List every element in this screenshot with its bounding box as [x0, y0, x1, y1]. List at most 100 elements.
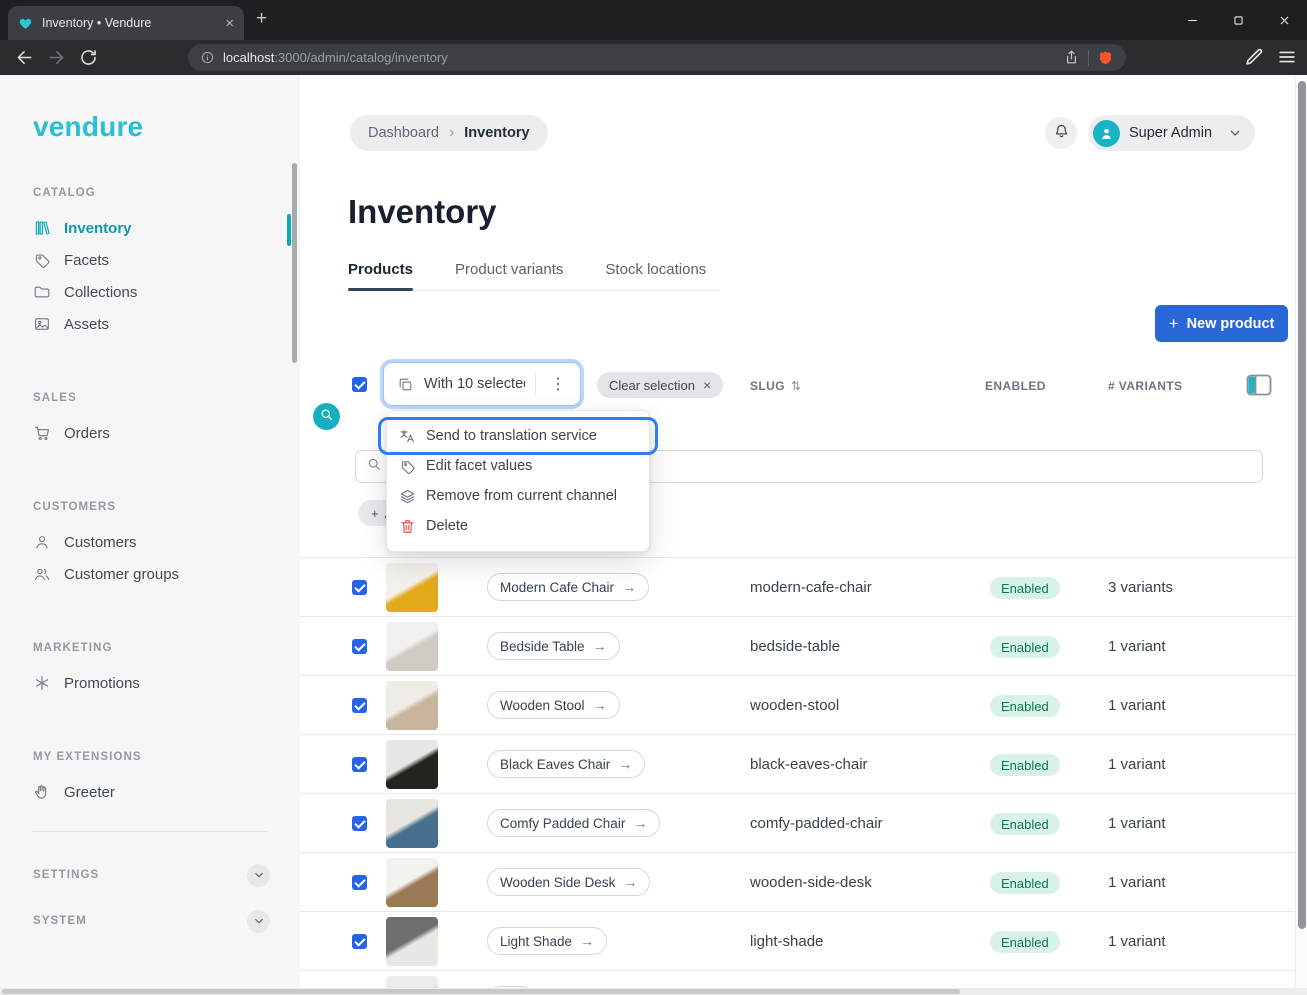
horizontal-scrollbar-thumb[interactable] [2, 989, 960, 994]
product-name-chip[interactable]: Bedside Table→ [487, 632, 620, 660]
row-checkbox[interactable] [352, 934, 367, 949]
menu-item-edit-facet-values[interactable]: Edit facet values [399, 451, 635, 481]
product-thumbnail[interactable] [386, 917, 438, 966]
sidebar-item-label: Promotions [64, 675, 140, 692]
status-badge: Enabled [990, 695, 1060, 717]
search-toggle-button[interactable] [313, 403, 340, 430]
product-name-chip[interactable]: Wooden Side Desk→ [487, 868, 650, 896]
status-badge: Enabled [990, 813, 1060, 835]
notifications-button[interactable] [1045, 117, 1077, 149]
tab-products[interactable]: Products [348, 261, 413, 290]
bulk-actions-button[interactable]: With 10 selected... ⋮ [383, 362, 581, 406]
url-path: :3000/admin/catalog/inventory [274, 50, 447, 65]
site-info-icon[interactable] [200, 50, 215, 65]
table-row: Modern Cafe Chair→modern-cafe-chairEnabl… [300, 557, 1295, 616]
product-thumbnail[interactable] [386, 563, 438, 612]
reload-icon[interactable] [78, 47, 99, 68]
product-thumbnail[interactable] [386, 740, 438, 789]
sort-icon[interactable]: ⇅ [791, 379, 801, 393]
sidebar-item-greeter[interactable]: Greeter [0, 776, 300, 808]
vertical-scrollbar-thumb[interactable] [1298, 81, 1306, 929]
chevron-down-icon[interactable] [247, 910, 270, 933]
minimize-button[interactable] [1169, 0, 1215, 40]
pencil-icon[interactable] [1243, 46, 1265, 68]
breadcrumb-separator-icon: › [449, 124, 454, 142]
browser-tabstrip: Inventory • Vendure × + [0, 0, 1307, 40]
plus-icon: + [1169, 315, 1179, 332]
product-thumbnail[interactable] [386, 858, 438, 907]
breadcrumb-inventory[interactable]: Inventory [464, 125, 529, 141]
sidebar-item-label: Customer groups [64, 566, 179, 583]
sidebar-item-label: Facets [64, 252, 109, 269]
share-icon[interactable] [1063, 49, 1080, 66]
sidebar-item-assets[interactable]: Assets [0, 308, 300, 340]
product-name-chip[interactable]: Modern Cafe Chair→ [487, 573, 649, 601]
sidebar-item-inventory[interactable]: Inventory [0, 212, 300, 244]
sidebar-item-promotions[interactable]: Promotions [0, 667, 300, 699]
menu-icon[interactable] [1276, 46, 1298, 68]
sidebar-section-settings[interactable]: SETTINGS [0, 858, 300, 892]
row-checkbox[interactable] [352, 875, 367, 890]
close-icon: × [703, 377, 711, 393]
forward-icon[interactable] [46, 47, 67, 68]
app: vendure CATALOGInventoryFacetsCollection… [0, 75, 1307, 995]
menu-item-send-to-translation-service[interactable]: Send to translation service [399, 421, 635, 451]
plus-icon: + [371, 506, 379, 521]
user-menu[interactable]: Super Admin [1088, 115, 1255, 151]
row-checkbox[interactable] [352, 639, 367, 654]
tab-stock-locations[interactable]: Stock locations [605, 261, 706, 290]
sidebar-section-system[interactable]: SYSTEM [0, 904, 300, 938]
new-tab-button[interactable]: + [256, 9, 267, 29]
column-settings-icon[interactable] [1246, 374, 1272, 396]
breadcrumb-dashboard[interactable]: Dashboard [368, 125, 439, 141]
column-header-enabled: ENABLED [985, 379, 1046, 393]
select-all-checkbox[interactable] [352, 377, 367, 392]
tab-product-variants[interactable]: Product variants [455, 261, 563, 290]
row-checkbox[interactable] [352, 580, 367, 595]
tab-close-icon[interactable]: × [225, 16, 234, 31]
sidebar-item-facets[interactable]: Facets [0, 244, 300, 276]
close-button[interactable] [1261, 0, 1307, 40]
product-name-chip[interactable]: Wooden Stool→ [487, 691, 620, 719]
menu-item-remove-from-current-channel[interactable]: Remove from current channel [399, 481, 635, 511]
product-slug: wooden-stool [750, 697, 839, 714]
back-icon[interactable] [14, 47, 35, 68]
table-row: Light Shade→light-shadeEnabled1 variant [300, 911, 1295, 970]
url-bar[interactable]: localhost:3000/admin/catalog/inventory [188, 44, 1126, 71]
maximize-button[interactable] [1215, 0, 1261, 40]
sidebar-item-customer-groups[interactable]: Customer groups [0, 558, 300, 590]
row-checkbox[interactable] [352, 698, 367, 713]
translate-icon [399, 428, 416, 445]
new-product-button[interactable]: + New product [1155, 305, 1288, 342]
product-thumbnail[interactable] [386, 622, 438, 671]
clear-selection-button[interactable]: Clear selection × [597, 372, 723, 398]
product-name: Wooden Stool [500, 698, 585, 713]
menu-item-delete[interactable]: Delete [399, 511, 635, 541]
sidebar-item-customers[interactable]: Customers [0, 526, 300, 558]
browser-tab[interactable]: Inventory • Vendure × [8, 6, 244, 40]
product-name-chip[interactable]: Black Eaves Chair→ [487, 750, 645, 778]
sidebar-item-label: Greeter [64, 784, 115, 801]
variant-count: 1 variant [1108, 815, 1166, 832]
sidebar-item-collections[interactable]: Collections [0, 276, 300, 308]
sidebar-item-label: Orders [64, 425, 110, 442]
sidebar-item-label: Inventory [64, 220, 132, 237]
arrow-right-icon: → [580, 933, 594, 949]
product-thumbnail[interactable] [386, 681, 438, 730]
row-checkbox[interactable] [352, 816, 367, 831]
product-name: Modern Cafe Chair [500, 580, 614, 595]
product-thumbnail[interactable] [386, 799, 438, 848]
chevron-down-icon[interactable] [247, 864, 270, 887]
row-checkbox[interactable] [352, 757, 367, 772]
new-product-label: New product [1187, 316, 1275, 332]
product-name-chip[interactable]: Comfy Padded Chair→ [487, 809, 660, 837]
kebab-menu-icon[interactable]: ⋮ [546, 374, 570, 394]
product-slug: light-shade [750, 933, 823, 950]
arrow-right-icon: → [633, 815, 647, 831]
section-heading-catalog: CATALOG [33, 187, 300, 199]
brave-shield-icon[interactable] [1097, 49, 1114, 66]
sidebar-item-orders[interactable]: Orders [0, 417, 300, 449]
product-name-chip[interactable]: Light Shade→ [487, 927, 607, 955]
sidebar-scrollbar[interactable] [292, 163, 297, 363]
sidebar-item-label: Collections [64, 284, 137, 301]
